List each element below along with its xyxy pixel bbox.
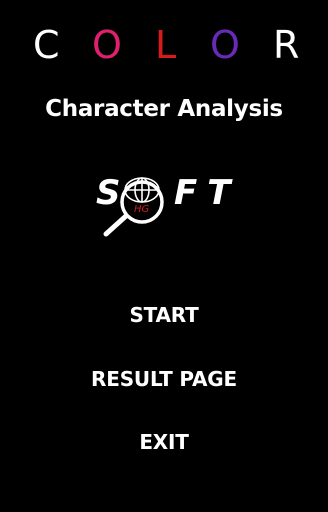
exit-button[interactable]: EXIT: [0, 427, 328, 457]
result-page-button[interactable]: RESULT PAGE: [0, 364, 328, 394]
color-title: C O L O R: [0, 22, 328, 68]
title-letter-o1: O: [92, 23, 122, 67]
logo-text-ft: FT: [174, 173, 240, 213]
title-letter-o2: O: [210, 23, 240, 67]
title-letter-l: L: [155, 23, 177, 67]
subtitle: Character Analysis: [45, 96, 283, 122]
logo-badge: HG: [134, 204, 150, 215]
title-letter-c: C: [33, 23, 60, 67]
title-letter-r: R: [273, 23, 300, 67]
soft-logo: S FT HG: [92, 160, 242, 242]
logo-text-s: S: [96, 173, 121, 213]
magnifying-globe-icon: S FT HG: [96, 173, 240, 237]
start-button[interactable]: START: [0, 300, 328, 330]
